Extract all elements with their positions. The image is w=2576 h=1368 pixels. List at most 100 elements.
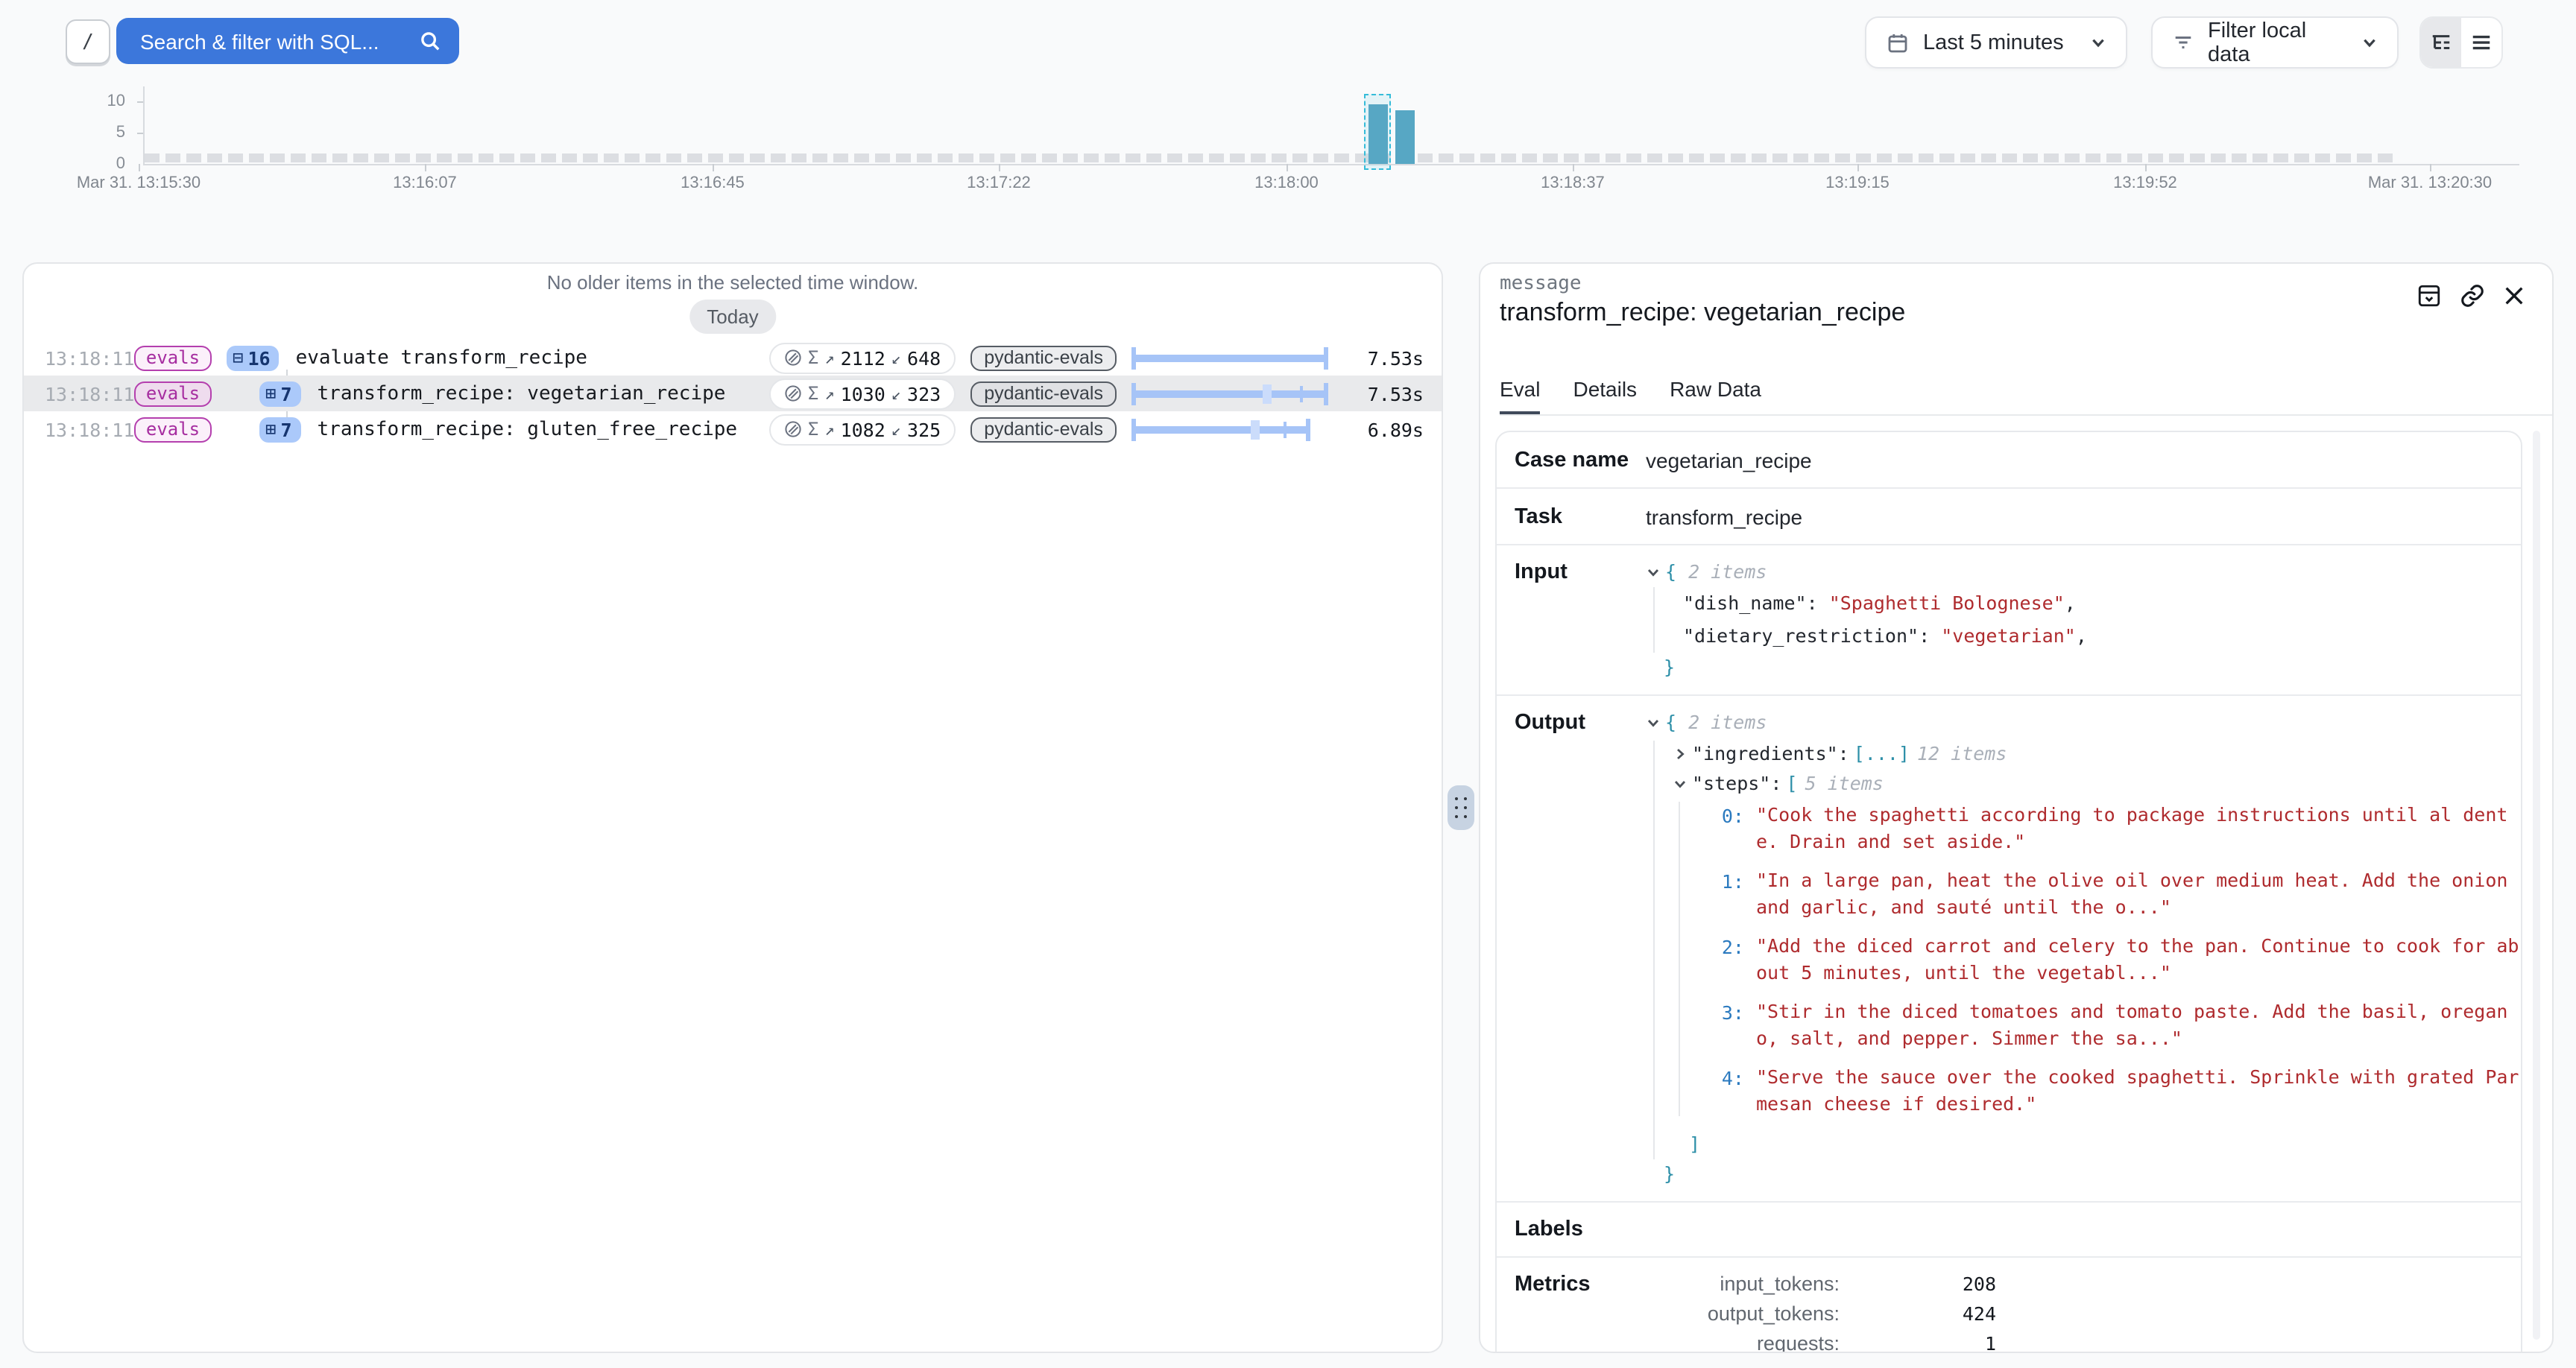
time-range-dropdown[interactable]: Last 5 minutes [1865,16,2127,69]
x-axis-tick: 13:17:22 [894,174,1103,192]
metric-name: input_tokens: [1646,1273,1840,1295]
metric-value: 208 [1840,1273,1996,1295]
json-key: "dish_name": [1683,592,1818,614]
output-token-count: 325 [907,418,941,440]
sigma-icon: Σ [808,347,818,368]
token-coin-icon [784,349,802,367]
span-count-badge[interactable]: ⊞ 7 [259,417,301,442]
tree-view-button[interactable] [2421,18,2461,67]
chevron-down-icon[interactable] [1646,715,1661,730]
metrics-label: Metrics [1515,1258,1646,1353]
step-item: 0: "Cook the spaghetti according to pack… [1711,802,2546,854]
chevron-right-icon[interactable] [1673,747,1688,761]
metric-name: output_tokens: [1646,1302,1840,1325]
output-token-count: 323 [907,382,941,405]
histogram-bar[interactable] [1395,110,1415,164]
detail-title: transform_recipe: vegetarian_recipe [1500,298,1905,328]
search-icon [419,30,441,52]
trace-row[interactable]: 13:18:11 evals ⊞ 7 transform_recipe: veg… [24,376,1442,411]
view-mode-toggle [2419,16,2503,69]
input-label: Input [1515,557,1646,683]
span-count-badge[interactable]: ⊟ 16 [227,345,280,370]
close-icon[interactable] [2503,285,2525,307]
filter-label: Filter local data [2208,19,2348,66]
list-view-button[interactable] [2461,18,2501,67]
scrollbar[interactable] [2533,431,2540,1340]
service-tag: evals [134,417,212,442]
chart-plot-area[interactable] [143,86,2519,164]
y-axis-tick: 0 [66,155,125,173]
tab-raw-data[interactable]: Raw Data [1670,377,1761,414]
span-title: evaluate transform_recipe [296,346,587,369]
token-usage-pill: Σ ↗ 2112 ↙ 648 [769,342,956,373]
items-note: 5 items [1805,770,1884,797]
source-tag: pydantic-evals [970,345,1117,370]
span-title: transform_recipe: gluten_free_recipe [318,418,738,440]
trace-row[interactable]: 13:18:11 evals ⊞ 7 transform_recipe: glu… [24,411,1442,447]
collapsed-array[interactable]: [...] [1854,741,1910,767]
tab-eval[interactable]: Eval [1500,377,1540,414]
span-kind-label: message [1500,273,1582,295]
open-bracket: [ [1786,770,1797,797]
empty-bins-pattern [145,153,2393,162]
panel-resize-handle[interactable] [1448,785,1474,830]
search-placeholder: Search & filter with SQL... [140,29,419,53]
array-index: 0: [1711,802,1744,832]
source-tag: pydantic-evals [970,381,1117,406]
input-token-count: 1030 [841,382,886,405]
output-tokens-arrow-icon: ↙ [891,419,901,439]
duration-bar [1131,418,1328,440]
step-item: 2: "Add the diced carrot and celery to t… [1711,933,2546,985]
chevron-down-icon[interactable] [1646,565,1661,580]
trace-list-panel: No older items in the selected time wind… [22,262,1443,1353]
task-row: Task transform_recipe [1497,489,2521,545]
row-timestamp: 13:18:11 [45,382,116,405]
search-input[interactable]: Search & filter with SQL... [116,18,459,64]
duration-text: 7.53s [1343,346,1424,369]
source-tag: pydantic-evals [970,417,1117,442]
case-name-row: Case name vegetarian_recipe [1497,432,2521,489]
empty-window-notice: No older items in the selected time wind… [24,271,1442,294]
copy-link-icon[interactable] [2460,283,2485,308]
tab-details[interactable]: Details [1573,377,1637,414]
keyboard-shortcut-key: / [66,19,110,64]
service-tag: evals [134,381,212,406]
tree-view-icon [2430,31,2452,54]
input-tokens-arrow-icon: ↗ [824,384,834,403]
items-note: 12 items [1917,741,2007,767]
span-count-badge[interactable]: ⊞ 7 [259,381,301,406]
output-token-count: 648 [907,346,941,369]
x-axis-tick: 13:18:00 [1182,174,1391,192]
trace-row[interactable]: 13:18:11 evals ⊟ 16 evaluate transform_r… [24,340,1442,376]
span-title: transform_recipe: vegetarian_recipe [318,382,726,405]
row-timestamp: 13:18:11 [45,418,116,440]
save-view-icon[interactable] [2416,283,2442,308]
step-item: 4: "Serve the sauce over the cooked spag… [1711,1064,2546,1116]
chevron-down-icon[interactable] [1673,776,1688,791]
close-brace: } [1646,1159,2546,1189]
open-brace: { [1665,708,1676,738]
calendar-icon [1886,31,1910,54]
json-string-value: "Spaghetti Bolognese" [1829,592,2065,614]
output-tokens-arrow-icon: ↙ [891,384,901,403]
filter-local-data-dropdown[interactable]: Filter local data [2151,16,2399,69]
expand-children-icon: ⊞ [265,419,276,440]
x-axis-tick: 13:19:52 [2041,174,2250,192]
sigma-icon: Σ [808,419,818,440]
span-count: 7 [280,418,291,440]
output-tokens-arrow-icon: ↙ [891,348,901,367]
y-axis-tick: 5 [66,124,125,142]
histogram-bar[interactable] [1368,104,1388,164]
chevron-down-icon [2361,34,2378,51]
step-text: "In a large pan, heat the olive oil over… [1756,867,2522,919]
filter-icon [2172,31,2194,54]
output-json-viewer[interactable]: { 2 items "ingredients": [...] 12 items [1646,708,2546,1189]
array-index: 1: [1711,867,1744,897]
duration-bar [1131,346,1328,369]
input-json-viewer[interactable]: { 2 items "dish_name": "Spaghetti Bologn… [1646,557,2087,683]
metric-name: requests: [1646,1332,1840,1353]
task-value: transform_recipe [1646,504,1802,528]
array-index: 2: [1711,933,1744,963]
open-brace: { [1665,557,1676,587]
span-count: 16 [247,346,270,369]
